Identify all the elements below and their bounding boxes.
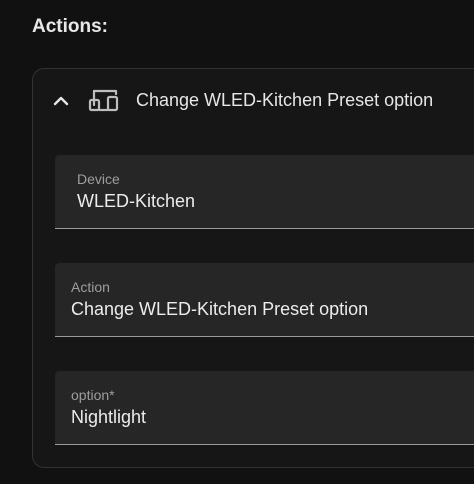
action-card-header[interactable]: Change WLED-Kitchen Preset option: [33, 69, 474, 133]
chevron-up-icon[interactable]: [51, 91, 71, 111]
option-field[interactable]: option* Nightlight: [55, 371, 474, 445]
device-field-label: Device: [77, 171, 120, 187]
devices-icon: [88, 88, 120, 114]
option-field-label: option*: [71, 387, 115, 403]
action-field-label: Action: [71, 279, 110, 295]
device-field[interactable]: Device WLED-Kitchen: [55, 155, 474, 229]
action-card-title: Change WLED-Kitchen Preset option: [136, 90, 434, 110]
section-title: Actions:: [32, 16, 108, 37]
device-field-value[interactable]: WLED-Kitchen: [77, 191, 195, 212]
action-field[interactable]: Action Change WLED-Kitchen Preset option: [55, 263, 474, 337]
action-card: Change WLED-Kitchen Preset option Device…: [32, 68, 474, 468]
action-field-value[interactable]: Change WLED-Kitchen Preset option: [71, 299, 368, 320]
option-field-value[interactable]: Nightlight: [71, 407, 146, 428]
page: Actions: Change WLED-Kitchen Preset opti…: [0, 0, 474, 484]
